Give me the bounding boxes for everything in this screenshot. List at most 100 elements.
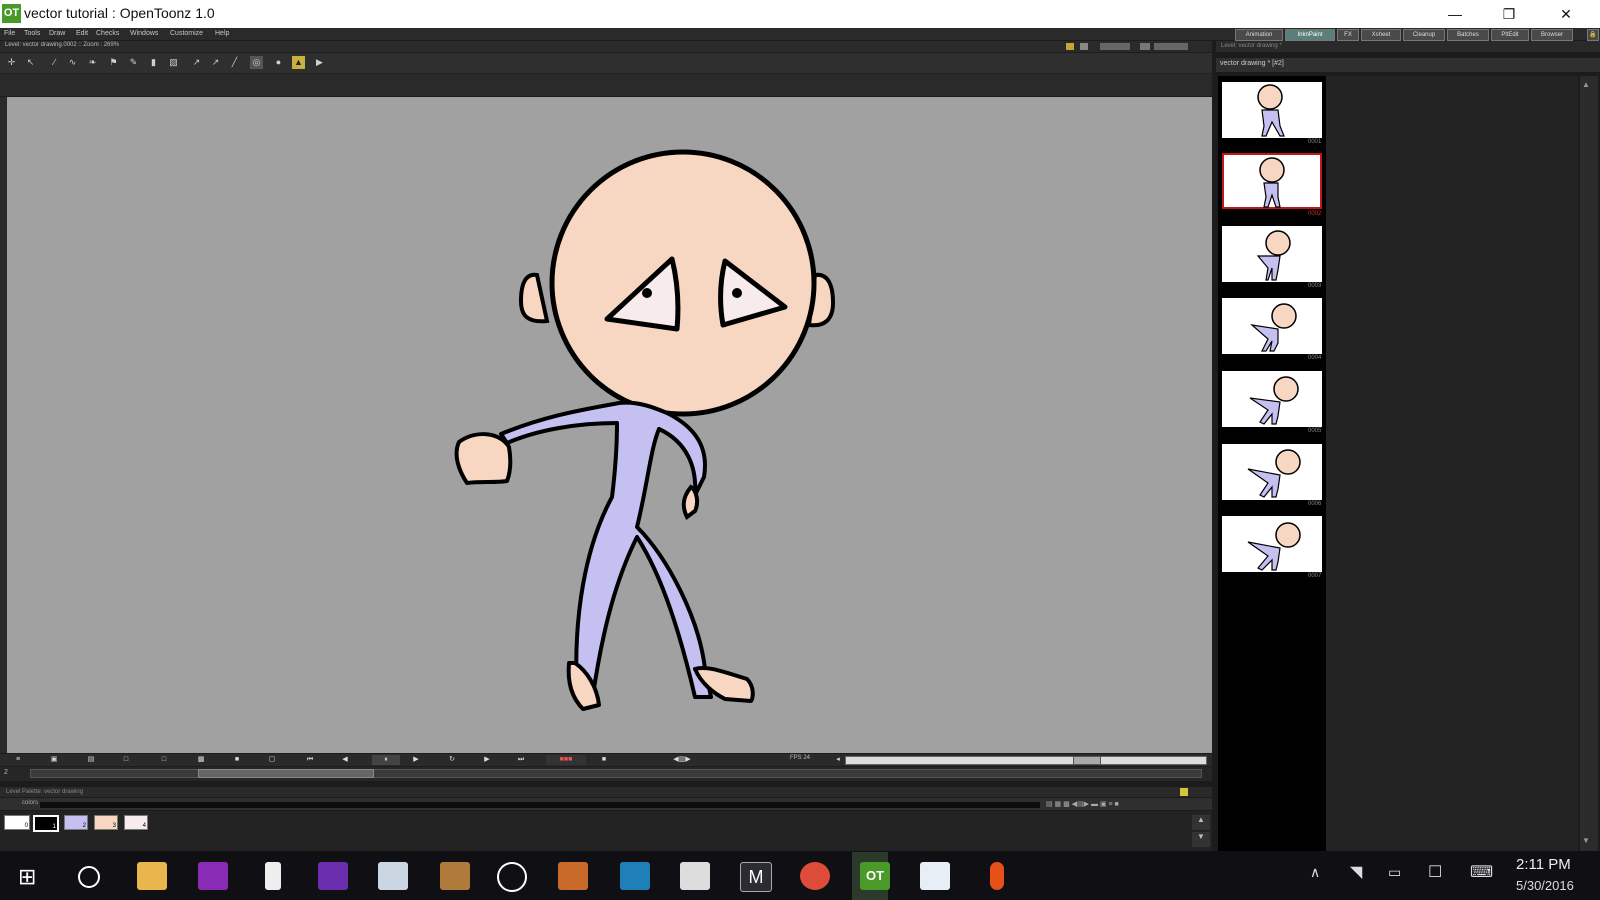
next-frame-icon[interactable]: ▶ bbox=[481, 755, 493, 765]
type-tool-icon[interactable]: ❧ bbox=[86, 56, 99, 69]
loop-icon[interactable]: ↻ bbox=[446, 755, 458, 765]
room-tab-browser[interactable]: Browser bbox=[1531, 29, 1573, 41]
channel-toggle-icons[interactable]: ■■■ bbox=[546, 755, 586, 765]
strip-scroll-up-icon[interactable]: ▲ bbox=[1582, 80, 1590, 89]
room-tab-xsheet[interactable]: Xsheet bbox=[1361, 29, 1401, 41]
gray-bg-icon[interactable]: ▩ bbox=[195, 755, 207, 765]
rgb-picker-tool-icon[interactable]: ↗ bbox=[209, 56, 222, 69]
menu-draw[interactable]: Draw bbox=[49, 28, 65, 40]
palette-page-tab[interactable]: colors bbox=[22, 800, 38, 806]
chrome-icon[interactable] bbox=[800, 862, 830, 890]
checkered-bg-icon[interactable]: ■ bbox=[231, 755, 243, 765]
alpha-channel-icon[interactable]: ■ bbox=[598, 755, 610, 765]
palette-swatch-1[interactable]: 1 bbox=[33, 815, 59, 832]
palette-scroll-down-icon[interactable]: ▼ bbox=[1192, 832, 1210, 847]
fill-tool-icon[interactable]: ⚑ bbox=[107, 56, 120, 69]
first-frame-icon[interactable]: ⏮ bbox=[304, 755, 316, 765]
room-tab-fx[interactable]: FX bbox=[1337, 29, 1359, 41]
fps-decrease-icon[interactable]: ◂ bbox=[832, 755, 844, 765]
lock-rooms-icon[interactable]: 🔒 bbox=[1587, 29, 1599, 41]
play-icon[interactable]: ▶ bbox=[410, 755, 422, 765]
animate-tool-icon[interactable]: ✛ bbox=[5, 56, 18, 69]
palette-swatch-2[interactable]: 2 bbox=[64, 815, 88, 830]
cortana-search-icon[interactable] bbox=[78, 866, 100, 888]
presentation-app-icon[interactable] bbox=[680, 862, 710, 890]
previous-frame-icon[interactable]: ◀ bbox=[339, 755, 351, 765]
fps-slider-thumb[interactable] bbox=[1073, 756, 1101, 765]
viewer-preview-icon[interactable] bbox=[1066, 43, 1074, 50]
start-windows-icon[interactable]: ⊞ bbox=[18, 864, 36, 890]
fps-increase-icon[interactable]: ▸ bbox=[1196, 755, 1208, 765]
minimize-button[interactable]: — bbox=[1432, 0, 1478, 28]
camera-view-icon[interactable]: ▤ bbox=[85, 755, 97, 765]
pause-icon[interactable]: ⏸ bbox=[372, 755, 400, 765]
menu-file[interactable]: File bbox=[4, 28, 15, 40]
taskbar-time[interactable]: 2:11 PM bbox=[1516, 856, 1571, 873]
taskbar-date[interactable]: 5/30/2016 bbox=[1516, 878, 1574, 893]
room-tab-animation[interactable]: Animation bbox=[1235, 29, 1283, 41]
paint-app-icon[interactable] bbox=[920, 862, 950, 890]
room-tab-batches[interactable]: Batches bbox=[1447, 29, 1489, 41]
restore-button[interactable]: ❐ bbox=[1486, 0, 1532, 28]
viewer-options-icons[interactable] bbox=[1100, 43, 1130, 50]
room-tab-cleanup[interactable]: Cleanup bbox=[1403, 29, 1445, 41]
viewer-menu-icon[interactable]: ≡ bbox=[12, 755, 24, 765]
palette-swatch-4[interactable]: 4 bbox=[124, 815, 148, 830]
show-hidden-icons-icon[interactable]: ∧ bbox=[1310, 864, 1320, 881]
visual-studio-icon[interactable] bbox=[318, 862, 348, 890]
camera-stand-icon[interactable]: ▣ bbox=[48, 755, 60, 765]
white-bg-icon[interactable]: □ bbox=[158, 755, 170, 765]
wifi-icon[interactable]: ◥ bbox=[1350, 862, 1362, 882]
palette-swatch-0[interactable]: 0 bbox=[4, 815, 30, 830]
palette-scroll-up-icon[interactable]: ▲ bbox=[1192, 815, 1210, 830]
fps-slider[interactable] bbox=[845, 756, 1207, 765]
blue-app-icon[interactable] bbox=[620, 862, 650, 890]
menu-tools[interactable]: Tools bbox=[24, 28, 40, 40]
tape-tool-icon[interactable]: ▧ bbox=[167, 56, 180, 69]
style-picker-tool-icon[interactable]: ↗ bbox=[190, 56, 203, 69]
table-view-icon[interactable]: □ bbox=[120, 755, 132, 765]
level-strip-scrollbar[interactable] bbox=[1580, 76, 1598, 851]
drawing-canvas[interactable] bbox=[7, 97, 1212, 753]
magnet-tool-icon[interactable]: ▲ bbox=[292, 56, 305, 69]
touch-keyboard-icon[interactable]: ⌨ bbox=[1470, 862, 1493, 882]
compare-toggle-icons[interactable]: ◀▥▶ bbox=[662, 755, 702, 765]
paint-brush-tool-icon[interactable]: ✎ bbox=[127, 56, 140, 69]
geometric-tool-icon[interactable]: ∿ bbox=[66, 56, 79, 69]
last-frame-icon[interactable]: ⏭ bbox=[515, 755, 527, 765]
viewer-snapshot-icon[interactable] bbox=[1080, 43, 1088, 50]
battery-icon[interactable]: ▭ bbox=[1388, 864, 1401, 881]
more-tools-icon[interactable]: ▶ bbox=[313, 56, 326, 69]
selection-tool-icon[interactable]: ↖ bbox=[24, 56, 37, 69]
palette-swatch-3[interactable]: 3 bbox=[94, 815, 118, 830]
mail-app-icon[interactable] bbox=[378, 862, 408, 890]
alarm-clock-icon[interactable] bbox=[497, 862, 527, 892]
tools-app-icon[interactable] bbox=[558, 862, 588, 890]
menu-checks[interactable]: Checks bbox=[96, 28, 119, 40]
eraser-tool-icon[interactable]: ▮ bbox=[147, 56, 160, 69]
close-button[interactable]: ✕ bbox=[1543, 0, 1589, 28]
menu-help[interactable]: Help bbox=[215, 28, 229, 40]
microphone-app-icon[interactable] bbox=[990, 862, 1004, 890]
room-tab-inknpaint[interactable]: InknPaint bbox=[1285, 29, 1335, 41]
menu-edit[interactable]: Edit bbox=[76, 28, 88, 40]
frame-slider-thumb[interactable] bbox=[198, 769, 374, 778]
file-explorer-icon[interactable] bbox=[137, 862, 167, 890]
menu-customize[interactable]: Customize bbox=[170, 28, 203, 40]
palette-lock-icon[interactable] bbox=[1180, 788, 1188, 796]
viewer-grid-icon[interactable] bbox=[1140, 43, 1150, 50]
action-center-icon[interactable]: ☐ bbox=[1428, 862, 1442, 882]
safe-area-icon[interactable]: ▢ bbox=[266, 755, 278, 765]
brush-tool-icon[interactable]: ∕ bbox=[48, 56, 61, 69]
pump-tool-icon[interactable]: ● bbox=[272, 56, 285, 69]
onenote-icon[interactable] bbox=[198, 862, 228, 890]
frame-field[interactable]: 2 bbox=[4, 769, 8, 776]
pinch-tool-icon[interactable]: ◎ bbox=[250, 56, 263, 69]
image-app-icon[interactable] bbox=[440, 862, 470, 890]
room-tab-pltedit[interactable]: PltEdit bbox=[1491, 29, 1529, 41]
palette-view-icons[interactable]: ▤ ▦ ▩ ◀▤▶ ▬ ▣ ≡ ■ bbox=[1046, 800, 1206, 808]
strip-scroll-down-icon[interactable]: ▼ bbox=[1582, 836, 1590, 845]
opentoonz-taskbar-icon[interactable]: OT bbox=[860, 862, 890, 890]
viewer-camera-icons[interactable] bbox=[1154, 43, 1188, 50]
menu-windows[interactable]: Windows bbox=[130, 28, 158, 40]
